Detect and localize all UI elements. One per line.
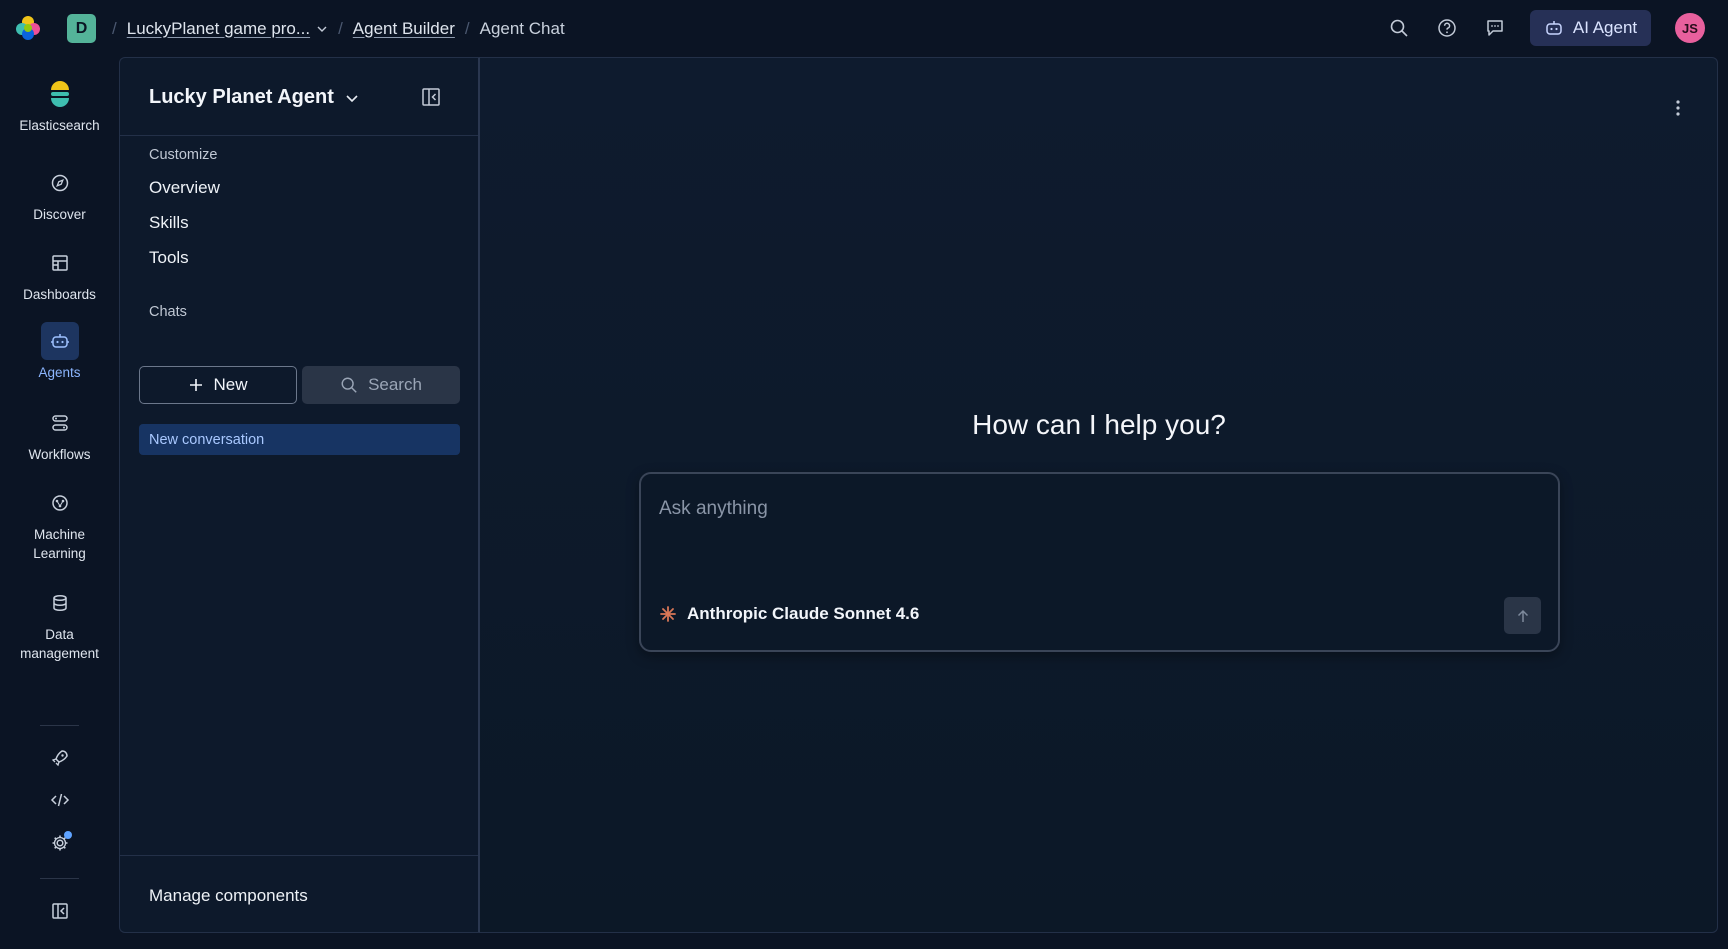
nav-divider bbox=[40, 725, 79, 726]
search-icon[interactable] bbox=[1387, 16, 1411, 40]
nav-label: Elasticsearch bbox=[19, 118, 100, 133]
send-button[interactable] bbox=[1504, 597, 1541, 634]
chevron-down-icon bbox=[346, 94, 358, 102]
gear-icon[interactable] bbox=[48, 831, 72, 855]
model-name: Anthropic Claude Sonnet 4.6 bbox=[687, 604, 920, 623]
breadcrumb: / LuckyPlanet game pro... / Agent Builde… bbox=[112, 0, 565, 57]
breadcrumb-agent-chat: Agent Chat bbox=[479, 18, 565, 38]
user-avatar[interactable]: JS bbox=[1675, 13, 1705, 43]
model-selector[interactable]: Anthropic Claude Sonnet 4.6 bbox=[659, 604, 919, 624]
manage-components-link[interactable]: Manage components bbox=[149, 886, 308, 906]
panel-header: Lucky Planet Agent bbox=[120, 58, 478, 136]
app-root: D / LuckyPlanet game pro... / Agent Buil… bbox=[0, 0, 1728, 949]
plus-icon bbox=[190, 379, 203, 391]
nav-label: Agents bbox=[38, 365, 81, 380]
elastic-logo-icon[interactable] bbox=[13, 13, 43, 43]
expand-nav-icon[interactable] bbox=[48, 899, 72, 923]
breadcrumb-separator: / bbox=[464, 18, 470, 38]
new-chat-label: New bbox=[213, 375, 248, 394]
nav-item-machine-learning[interactable]: Machine Learning bbox=[0, 484, 119, 563]
chats-section-label: Chats bbox=[149, 304, 187, 320]
chat-main: How can I help you? Anthropic Claude Son… bbox=[480, 57, 1718, 933]
elasticsearch-icon bbox=[41, 75, 79, 113]
agent-name: Lucky Planet Agent bbox=[149, 86, 334, 108]
menu-item-tools[interactable]: Tools bbox=[149, 248, 189, 268]
nav-item-workflows[interactable]: Workflows bbox=[0, 404, 119, 464]
brain-icon bbox=[41, 484, 79, 522]
left-navigation: Elasticsearch Discover Dashboards Agents… bbox=[0, 57, 119, 949]
chat-greeting: How can I help you? bbox=[972, 409, 1226, 440]
arrow-up-icon bbox=[1517, 609, 1528, 622]
nav-item-data-management[interactable]: Data management bbox=[0, 584, 119, 663]
space-badge[interactable]: D bbox=[67, 14, 96, 43]
menu-item-overview[interactable]: Overview bbox=[149, 178, 220, 198]
workflow-icon bbox=[41, 404, 79, 442]
nav-label: Data management bbox=[20, 627, 99, 661]
robot-icon bbox=[1546, 21, 1562, 35]
notification-dot bbox=[64, 831, 72, 839]
customize-section-label: Customize bbox=[149, 147, 218, 163]
compass-icon bbox=[41, 164, 79, 202]
breadcrumb-project[interactable]: LuckyPlanet game pro... bbox=[127, 19, 328, 39]
help-icon[interactable] bbox=[1435, 16, 1459, 40]
robot-icon bbox=[40, 322, 79, 360]
nav-label: Discover bbox=[33, 207, 86, 222]
dashboard-icon bbox=[41, 244, 79, 282]
search-icon bbox=[341, 377, 357, 393]
code-icon[interactable] bbox=[48, 788, 72, 812]
ai-agent-label: AI Agent bbox=[1572, 18, 1638, 37]
database-icon bbox=[41, 584, 79, 622]
chat-composer: Anthropic Claude Sonnet 4.6 bbox=[639, 472, 1560, 652]
panel-footer: Manage components bbox=[120, 855, 478, 932]
search-chats-button[interactable]: Search bbox=[302, 366, 460, 404]
menu-item-skills[interactable]: Skills bbox=[149, 213, 189, 233]
nav-label: Machine Learning bbox=[33, 527, 86, 561]
nav-label: Dashboards bbox=[23, 287, 96, 302]
search-chats-label: Search bbox=[368, 375, 422, 394]
breadcrumb-agent-builder[interactable]: Agent Builder bbox=[353, 19, 455, 39]
nav-item-discover[interactable]: Discover bbox=[0, 164, 119, 224]
feedback-icon[interactable] bbox=[1483, 16, 1507, 40]
breadcrumb-separator: / bbox=[338, 18, 343, 38]
collapse-panel-icon[interactable] bbox=[420, 86, 442, 108]
nav-item-dashboards[interactable]: Dashboards bbox=[0, 244, 119, 304]
nav-item-elasticsearch[interactable]: Elasticsearch bbox=[0, 75, 119, 135]
chat-input[interactable] bbox=[659, 494, 1519, 524]
agent-selector[interactable]: Lucky Planet Agent bbox=[149, 86, 360, 109]
breadcrumb-separator: / bbox=[112, 18, 117, 38]
more-options-icon[interactable] bbox=[1675, 98, 1681, 118]
conversation-item[interactable]: New conversation bbox=[139, 424, 460, 455]
nav-divider bbox=[40, 878, 79, 879]
nav-label: Workflows bbox=[28, 447, 91, 462]
nav-item-agents[interactable]: Agents bbox=[0, 322, 119, 382]
agent-panel: Lucky Planet Agent Customize Overview Sk… bbox=[119, 57, 480, 933]
anthropic-sparkle-icon bbox=[660, 606, 676, 622]
rocket-icon[interactable] bbox=[48, 746, 72, 770]
chevron-down-icon bbox=[317, 26, 327, 32]
new-chat-button[interactable]: New bbox=[139, 366, 297, 404]
ai-agent-button[interactable]: AI Agent bbox=[1530, 10, 1651, 46]
top-bar: D / LuckyPlanet game pro... / Agent Buil… bbox=[0, 0, 1728, 57]
breadcrumb-project-label: LuckyPlanet game pro... bbox=[126, 18, 311, 38]
